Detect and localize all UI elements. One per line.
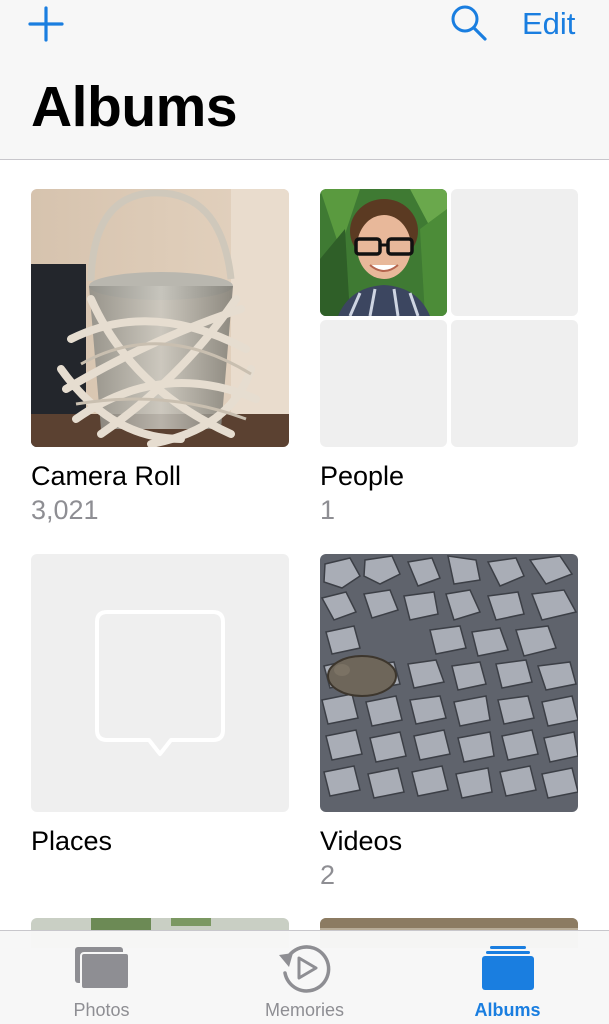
tab-label: Memories <box>264 1000 344 1020</box>
people-mosaic <box>320 189 578 447</box>
albums-stack-icon <box>481 946 534 990</box>
tab-bar: Photos Memories Albums <box>0 930 609 1024</box>
album-count: 2 <box>320 860 336 890</box>
people-thumbnail[interactable] <box>320 189 578 447</box>
tab-label: Albums <box>474 1000 541 1020</box>
album-name: Videos <box>320 826 403 856</box>
lantern-photo <box>31 189 289 447</box>
album-places[interactable]: Places <box>31 554 291 858</box>
videos-thumbnail[interactable] <box>320 554 578 812</box>
tab-label: Photos <box>73 1000 130 1020</box>
search-button[interactable] <box>448 2 490 44</box>
plus-icon <box>28 6 64 42</box>
album-people[interactable]: People 1 <box>320 189 580 527</box>
edit-button[interactable]: Edit <box>522 4 575 44</box>
camera-roll-thumbnail[interactable] <box>31 189 289 447</box>
empty-face-slot <box>320 320 447 447</box>
empty-face-slot <box>451 189 578 316</box>
album-name: People <box>320 461 405 491</box>
album-name: Camera Roll <box>31 461 182 491</box>
album-count: 1 <box>320 495 336 525</box>
person-face-photo <box>320 189 447 316</box>
album-count: 3,021 <box>31 495 99 525</box>
photos-stack-icon <box>74 947 130 990</box>
album-videos[interactable]: Videos 2 <box>320 554 580 892</box>
memories-replay-icon <box>278 945 330 993</box>
places-thumbnail[interactable] <box>31 554 289 812</box>
navigation-bar: Edit Albums <box>0 0 609 160</box>
tab-memories[interactable]: Memories <box>203 931 406 1024</box>
search-icon <box>451 5 487 41</box>
add-album-button[interactable] <box>26 4 66 44</box>
page-title: Albums <box>31 75 238 139</box>
album-camera-roll[interactable]: Camera Roll 3,021 <box>31 189 291 527</box>
map-pin-icon <box>95 610 225 756</box>
tab-photos[interactable]: Photos <box>0 931 203 1024</box>
gravel-photo <box>320 554 578 812</box>
album-name: Places <box>31 826 113 856</box>
tab-albums[interactable]: Albums <box>406 931 609 1024</box>
empty-face-slot <box>451 320 578 447</box>
